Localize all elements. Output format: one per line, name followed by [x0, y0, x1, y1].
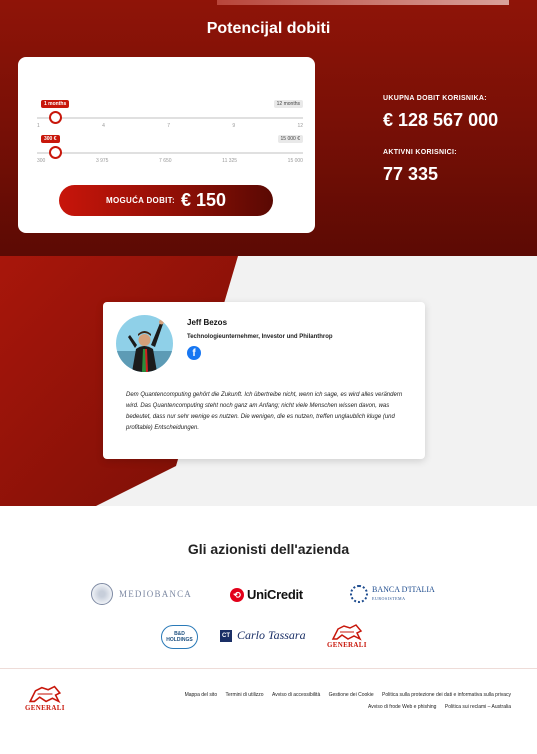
footer-link-terms[interactable]: Termini di utilizzo [226, 692, 264, 698]
amount-ticks: 300 3 975 7 650 11 325 15 000 [37, 158, 303, 164]
footer-link-fraud-notice[interactable]: Avviso di frode Web e phishing [368, 704, 436, 710]
unicredit-emblem-icon: ⟲ [230, 587, 244, 602]
facebook-icon[interactable]: f [187, 346, 201, 360]
carlo-tassara-emblem-icon: CT [220, 629, 232, 642]
footer-divider [0, 668, 537, 669]
tick-label: 9 [232, 123, 236, 129]
footer-generali-logo[interactable]: GENERALI [25, 684, 65, 712]
footer-link-complaints[interactable]: Politica sui reclami – Australia [445, 704, 511, 710]
testimonial-role: Technologieunternehmer, Investor und Phi… [187, 334, 333, 340]
testimonial-section: Jeff Bezos Technologieunternehmer, Inves… [0, 256, 537, 506]
months-max-badge: 12 months [273, 100, 303, 108]
tick-label: 15 000 [287, 158, 303, 164]
generali-lion-icon [28, 685, 61, 704]
bancaditalia-emblem-icon [350, 585, 368, 603]
active-users-label: AKTIVNI KORISNICI: [383, 149, 457, 156]
slider-track[interactable] [37, 152, 303, 154]
tick-label: 4 [102, 123, 105, 129]
hero-title: Potencijal dobiti [206, 20, 331, 37]
footer-link-sitemap[interactable]: Mappa del sito [185, 692, 218, 698]
bancaditalia-subtitle: EUROSISTEMA [372, 595, 406, 601]
footer-links: Mappa del sito Termini di utilizzo Avvis… [151, 689, 511, 713]
tick-label: 3 975 [95, 158, 109, 164]
bancaditalia-logo-text: BANCA D'ITALIA EUROSISTEMA [372, 584, 435, 603]
generali-lion-icon [331, 624, 363, 641]
hero-image-strip [217, 0, 509, 5]
bd-holdings-line2: HOLDINGS [166, 637, 193, 643]
avatar [116, 315, 173, 372]
tick-label: 7 [167, 123, 170, 129]
total-profit-value: € 128 567 000 [383, 110, 499, 130]
footer-link-privacy[interactable]: Politica sulla protezione dei dati e inf… [382, 692, 511, 698]
bd-holdings-logo: B&D HOLDINGS [161, 625, 198, 649]
footer-links-row: Mappa del sito Termini di utilizzo Avvis… [151, 689, 511, 701]
generali-logo: GENERALI [327, 623, 367, 649]
amount-max-badge: 15 000 € [277, 135, 303, 143]
footer-logo-text: GENERALI [25, 704, 65, 712]
profit-hero-section: Potencijal dobiti 1 months 12 months 1 4… [0, 0, 537, 256]
possible-profit-label: MOGUĆA DOBIT: [106, 196, 175, 205]
tick-label: 11 325 [222, 158, 238, 164]
profit-calculator-card: 1 months 12 months 1 4 7 9 12 300 € 15 0… [18, 57, 315, 233]
carlo-tassara-logo: CT Carlo Tassara [220, 628, 306, 643]
total-profit-label: UKUPNA DOBIT KORISNIKA: [383, 95, 487, 102]
mediobanca-emblem-icon [91, 583, 113, 605]
tick-label: 12 [297, 123, 303, 129]
testimonial-quote: Dem Quantencomputing gehört die Zukunft.… [126, 392, 403, 431]
testimonial-name: Jeff Bezos [187, 318, 228, 327]
bancaditalia-logo: BANCA D'ITALIA EUROSISTEMA [350, 585, 435, 603]
testimonial-card: Jeff Bezos Technologieunternehmer, Inves… [103, 302, 425, 459]
tick-label: 7 650 [159, 158, 172, 164]
mediobanca-logo-text: MEDIOBANCA [119, 589, 193, 599]
carlo-tassara-logo-text: Carlo Tassara [237, 628, 306, 642]
shareholders-title: Gli azionisti dell'azienda [187, 541, 350, 557]
bancaditalia-name: BANCA D'ITALIA [372, 584, 435, 594]
unicredit-logo-text: UniCredit [247, 587, 303, 602]
amount-value-badge: 300 € [41, 135, 60, 143]
tick-label: 300 [37, 158, 46, 164]
tick-label: 1 [37, 123, 40, 129]
footer-link-cookies[interactable]: Gestione dei Cookie [329, 692, 374, 698]
possible-profit-button[interactable]: MOGUĆA DOBIT: € 150 [59, 185, 273, 216]
active-users-value: 77 335 [383, 164, 439, 184]
hero-stats: UKUPNA DOBIT KORISNIKA: € 128 567 000 AK… [383, 95, 498, 185]
months-ticks: 1 4 7 9 12 [37, 123, 303, 129]
footer-link-accessibility[interactable]: Avviso di accessibilità [272, 692, 320, 698]
unicredit-logo: ⟲ UniCredit [230, 587, 303, 602]
footer-links-row: Avviso di frode Web e phishing Politica … [151, 701, 511, 713]
generali-logo-text: GENERALI [327, 641, 367, 649]
mediobanca-logo: MEDIOBANCA [91, 583, 192, 605]
possible-profit-value: € 150 [180, 190, 226, 210]
slider-track[interactable] [37, 117, 303, 119]
months-value-badge: 1 months [41, 100, 70, 108]
